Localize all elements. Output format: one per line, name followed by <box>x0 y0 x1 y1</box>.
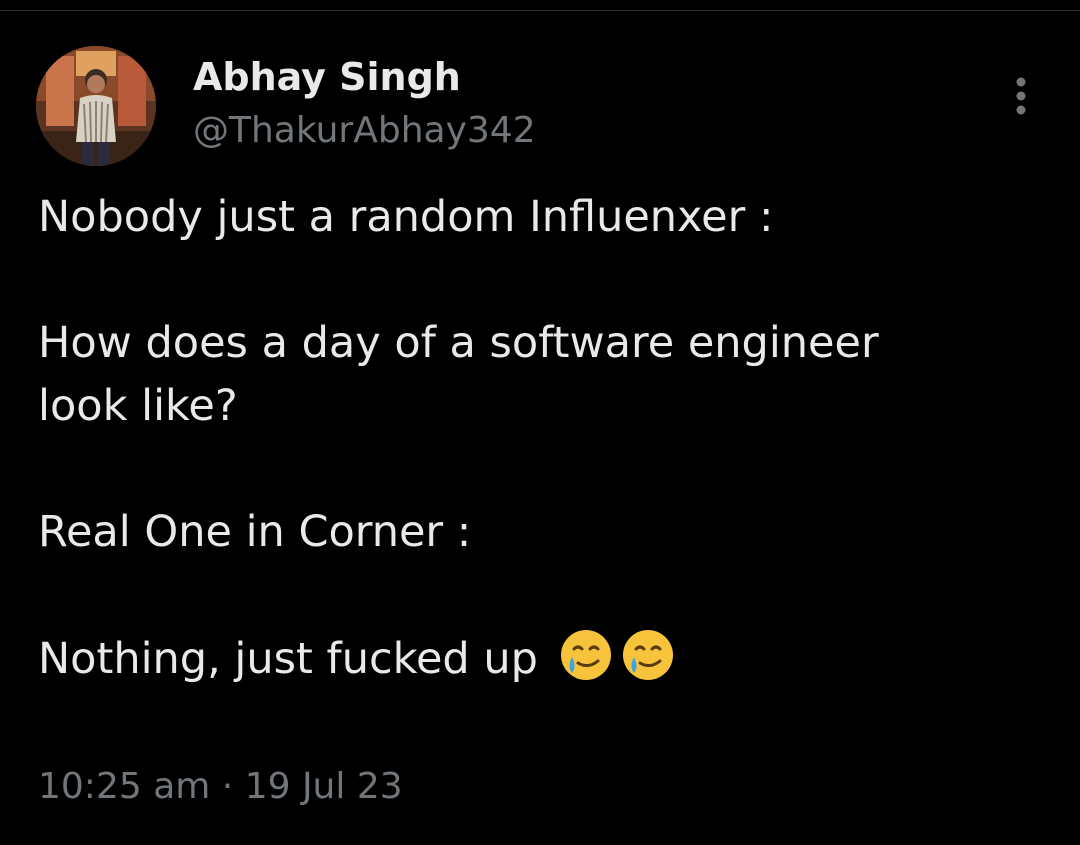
tweet-line: Real One in Corner : <box>38 507 472 557</box>
author-display-name[interactable]: Abhay Singh <box>193 52 461 102</box>
tweet-line: How does a day of a software engineer <box>38 318 879 368</box>
tweet-blank-line <box>38 249 1048 312</box>
top-divider <box>0 0 1080 11</box>
tweet-text: Nobody just a random Influenxer : How do… <box>38 186 1048 691</box>
tweet-line: look like? <box>38 381 238 431</box>
tweet-blank-line <box>38 438 1048 501</box>
avatar[interactable] <box>36 46 156 166</box>
tweet-date: 19 Jul 23 <box>244 766 403 807</box>
smiling-face-with-tear-icon <box>560 630 611 680</box>
more-options-button[interactable] <box>1004 72 1038 122</box>
meta-separator: · <box>221 766 234 807</box>
more-options-vertical-icon <box>1016 77 1026 115</box>
tweet-timestamp[interactable]: 10:25 am · 19 Jul 23 <box>38 760 403 814</box>
tweet-time: 10:25 am <box>38 766 211 807</box>
tweet-line: Nobody just a random Influenxer : <box>38 192 774 242</box>
author-handle[interactable]: @ThakurAbhay342 <box>193 106 536 156</box>
avatar-photo <box>36 46 156 166</box>
tweet-view: Abhay Singh @ThakurAbhay342 Nobody just … <box>0 0 1080 845</box>
tweet-blank-line <box>38 564 1048 627</box>
smiling-face-with-tear-icon <box>622 630 673 680</box>
tweet-line: Nothing, just fucked up <box>38 634 538 684</box>
tweet-last-line: Nothing, just fucked up <box>38 627 1048 691</box>
